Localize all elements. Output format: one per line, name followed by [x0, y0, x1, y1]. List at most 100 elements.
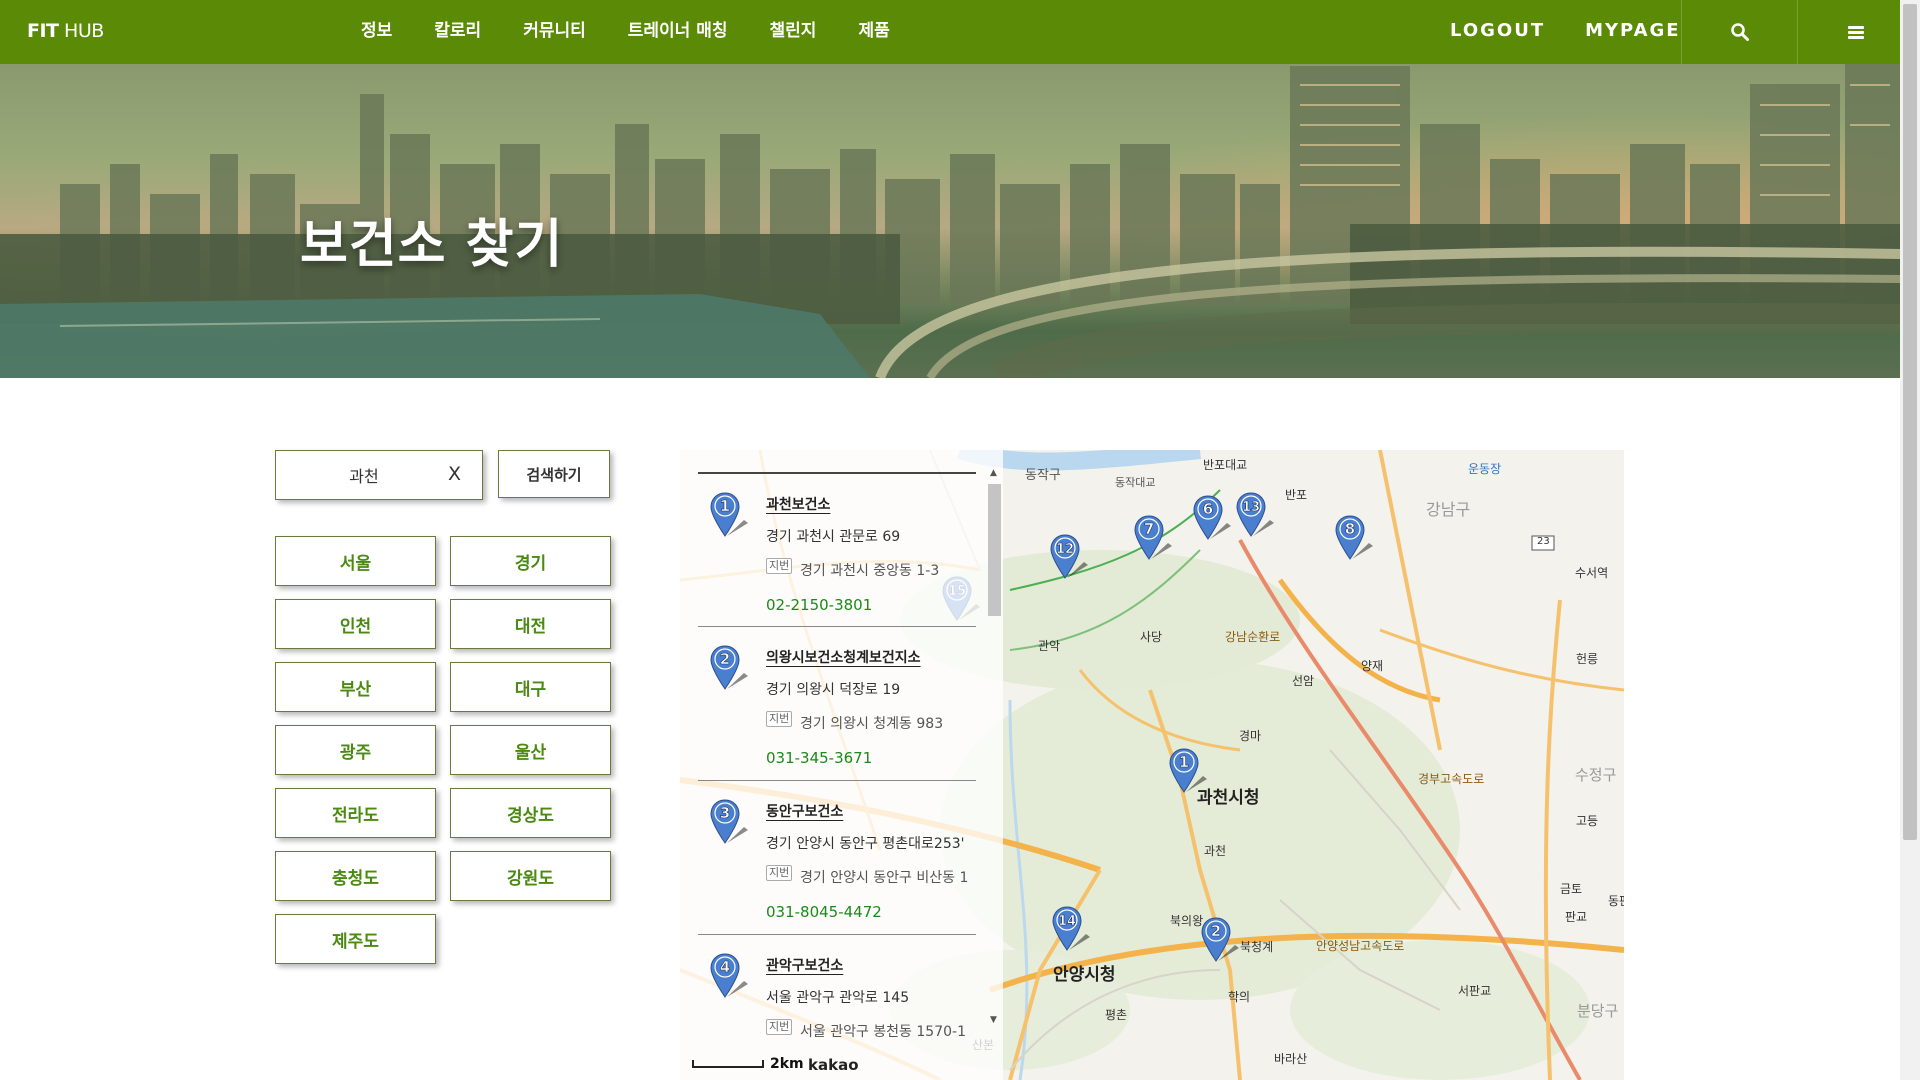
- map-label-gangnam-ring: 강남순환로: [1225, 630, 1281, 644]
- map-label-gyeongbu: 경부고속도로: [1418, 772, 1485, 786]
- map-pin-icon: 12: [1050, 534, 1090, 584]
- region-button-jeolla[interactable]: 전라도: [275, 788, 436, 838]
- result-address: 경기 안양시 동안구 평촌대로253': [766, 836, 965, 852]
- result-name[interactable]: 의왕시보건소청계보건지소: [766, 647, 921, 667]
- map-attribution[interactable]: kakao: [808, 1056, 859, 1074]
- result-name[interactable]: 과천보건소: [766, 494, 830, 514]
- region-button-ulsan[interactable]: 울산: [450, 725, 611, 775]
- svg-text:12: 12: [1056, 542, 1074, 557]
- region-button-gyeonggi[interactable]: 경기: [450, 536, 611, 586]
- map-label-pangyo: 판교: [1565, 910, 1588, 924]
- menu-item-calorie[interactable]: 칼로리: [413, 0, 502, 64]
- result-address: 서울 관악구 관악로 145: [766, 990, 910, 1006]
- logout-link[interactable]: LOGOUT: [1430, 0, 1565, 64]
- menu-item-community[interactable]: 커뮤니티: [502, 0, 607, 64]
- search-button[interactable]: [1681, 0, 1797, 64]
- map-marker-13[interactable]: 13: [1236, 492, 1276, 542]
- map-label-route-23: 23: [1537, 536, 1550, 547]
- map-label-bukcheonggye: 북청계: [1240, 940, 1274, 954]
- map-pin-icon: 1: [1169, 748, 1209, 798]
- svg-text:1: 1: [720, 497, 730, 515]
- hero-title: 보건소 찾기: [300, 215, 564, 275]
- result-list-scrollbar[interactable]: ▲ ▼: [986, 466, 1003, 1028]
- jibun-tag: 지번: [766, 558, 793, 574]
- auth-links: LOGOUT MYPAGE: [1430, 0, 1701, 64]
- map-label-bugui: 북의왕: [1170, 914, 1204, 928]
- jibun-tag: 지번: [766, 1019, 793, 1035]
- search-icon: [1730, 23, 1749, 41]
- region-button-chungcheong[interactable]: 충청도: [275, 851, 436, 901]
- svg-text:2: 2: [720, 650, 730, 668]
- map-marker-8[interactable]: 8: [1335, 515, 1375, 565]
- city-skyline-image: [0, 64, 1900, 378]
- search-input[interactable]: [284, 460, 444, 490]
- kakao-map[interactable]: 동작구 동작대교 반포대교 반포 강남구 운동장 23 수서역 사당 관악 강남…: [680, 450, 1624, 1080]
- map-label-suseo: 수서역: [1575, 566, 1609, 580]
- map-label-yangjae: 양재: [1361, 659, 1384, 673]
- menu-item-trainer-matching[interactable]: 트레이너 매칭: [607, 0, 749, 64]
- page-scrollbar-thumb[interactable]: [1903, 4, 1917, 840]
- region-button-gangwon[interactable]: 강원도: [450, 851, 611, 901]
- region-button-daegu[interactable]: 대구: [450, 662, 611, 712]
- page-scrollbar[interactable]: [1900, 0, 1920, 1080]
- clear-search-button[interactable]: X: [448, 463, 461, 485]
- map-label-seonam: 선암: [1292, 674, 1315, 688]
- region-button-daejeon[interactable]: 대전: [450, 599, 611, 649]
- result-name[interactable]: 관악구보건소: [766, 955, 843, 975]
- map-label-gangnam: 강남구: [1426, 500, 1471, 519]
- region-button-jeju[interactable]: 제주도: [275, 914, 436, 964]
- result-phone: 02-2150-3801: [766, 596, 873, 614]
- region-button-gyeongsang[interactable]: 경상도: [450, 788, 611, 838]
- result-name[interactable]: 동안구보건소: [766, 801, 843, 821]
- hamburger-icon: [1847, 25, 1864, 39]
- map-pin-icon: 13: [1236, 492, 1276, 542]
- map-marker-12[interactable]: 12: [1050, 534, 1090, 584]
- result-jibun-address: 경기 안양시 동안구 비산동 1: [800, 870, 969, 886]
- result-list-scroll-thumb[interactable]: [988, 484, 1001, 616]
- region-button-incheon[interactable]: 인천: [275, 599, 436, 649]
- brand-logo[interactable]: FIT HUB: [27, 20, 104, 42]
- result-item[interactable]: 4 관악구보건소 서울 관악구 관악로 145 지번 서울 관악구 봉천동 15…: [698, 934, 976, 1062]
- map-marker-14[interactable]: 14: [1052, 906, 1092, 956]
- map-scale-bar: [692, 1060, 764, 1068]
- map-label-seopangyo: 서판교: [1458, 984, 1492, 998]
- result-item[interactable]: 3 동안구보건소 경기 안양시 동안구 평촌대로253' 지번 경기 안양시 동…: [698, 780, 976, 934]
- map-marker-7[interactable]: 7: [1134, 515, 1174, 565]
- map-label-dongjak-bridge: 동작대교: [1115, 476, 1156, 489]
- scroll-down-arrow-icon[interactable]: ▼: [990, 1015, 997, 1025]
- hero-banner: 보건소 찾기: [0, 64, 1900, 378]
- svg-text:7: 7: [1144, 520, 1154, 538]
- map-label-banpo: 반포: [1285, 488, 1308, 502]
- map-marker-1[interactable]: 1: [1169, 748, 1209, 798]
- menu-item-products[interactable]: 제품: [837, 0, 910, 64]
- svg-text:8: 8: [1345, 520, 1355, 538]
- main-menu: 정보 칼로리 커뮤니티 트레이너 매칭 챌린지 제품: [340, 0, 911, 64]
- scroll-up-arrow-icon[interactable]: ▲: [990, 468, 997, 478]
- map-label-godeung: 고등: [1576, 814, 1599, 828]
- region-button-gwangju[interactable]: 광주: [275, 725, 436, 775]
- region-button-busan[interactable]: 부산: [275, 662, 436, 712]
- map-label-anyang-hall: 안양시청: [1053, 965, 1116, 985]
- map-label-sujeong: 수정구: [1575, 766, 1617, 784]
- map-label-hagui: 학의: [1228, 990, 1251, 1004]
- jibun-tag: 지번: [766, 865, 793, 881]
- map-label-geumto: 금토: [1560, 882, 1583, 896]
- svg-text:2: 2: [1211, 922, 1221, 940]
- map-label-anyang-expressway: 안양성남고속도로: [1316, 939, 1405, 953]
- map-pin-icon: 2: [1201, 917, 1241, 967]
- map-label-bara: 바라산: [1274, 1052, 1308, 1066]
- map-marker-6[interactable]: 6: [1193, 495, 1233, 545]
- map-marker-2[interactable]: 2: [1201, 917, 1241, 967]
- svg-text:6: 6: [1203, 500, 1213, 518]
- region-button-seoul[interactable]: 서울: [275, 536, 436, 586]
- result-item[interactable]: 2 의왕시보건소청계보건지소 경기 의왕시 덕장로 19 지번 경기 의왕시 청…: [698, 626, 976, 780]
- menu-item-challenge[interactable]: 챌린지: [749, 0, 838, 64]
- svg-text:4: 4: [720, 958, 730, 976]
- hamburger-menu-button[interactable]: [1797, 0, 1913, 64]
- search-result-list: 1 과천보건소 경기 과천시 관문로 69 지번 경기 과천시 중앙동 1-3 …: [698, 472, 976, 1062]
- page: FIT HUB 정보 칼로리 커뮤니티 트레이너 매칭 챌린지 제품 LOGOU…: [0, 0, 1920, 1080]
- result-address: 경기 과천시 관문로 69: [766, 529, 901, 545]
- result-item[interactable]: 1 과천보건소 경기 과천시 관문로 69 지번 경기 과천시 중앙동 1-3 …: [698, 472, 976, 626]
- menu-item-info[interactable]: 정보: [340, 0, 413, 64]
- search-submit-button[interactable]: 검색하기: [498, 450, 610, 498]
